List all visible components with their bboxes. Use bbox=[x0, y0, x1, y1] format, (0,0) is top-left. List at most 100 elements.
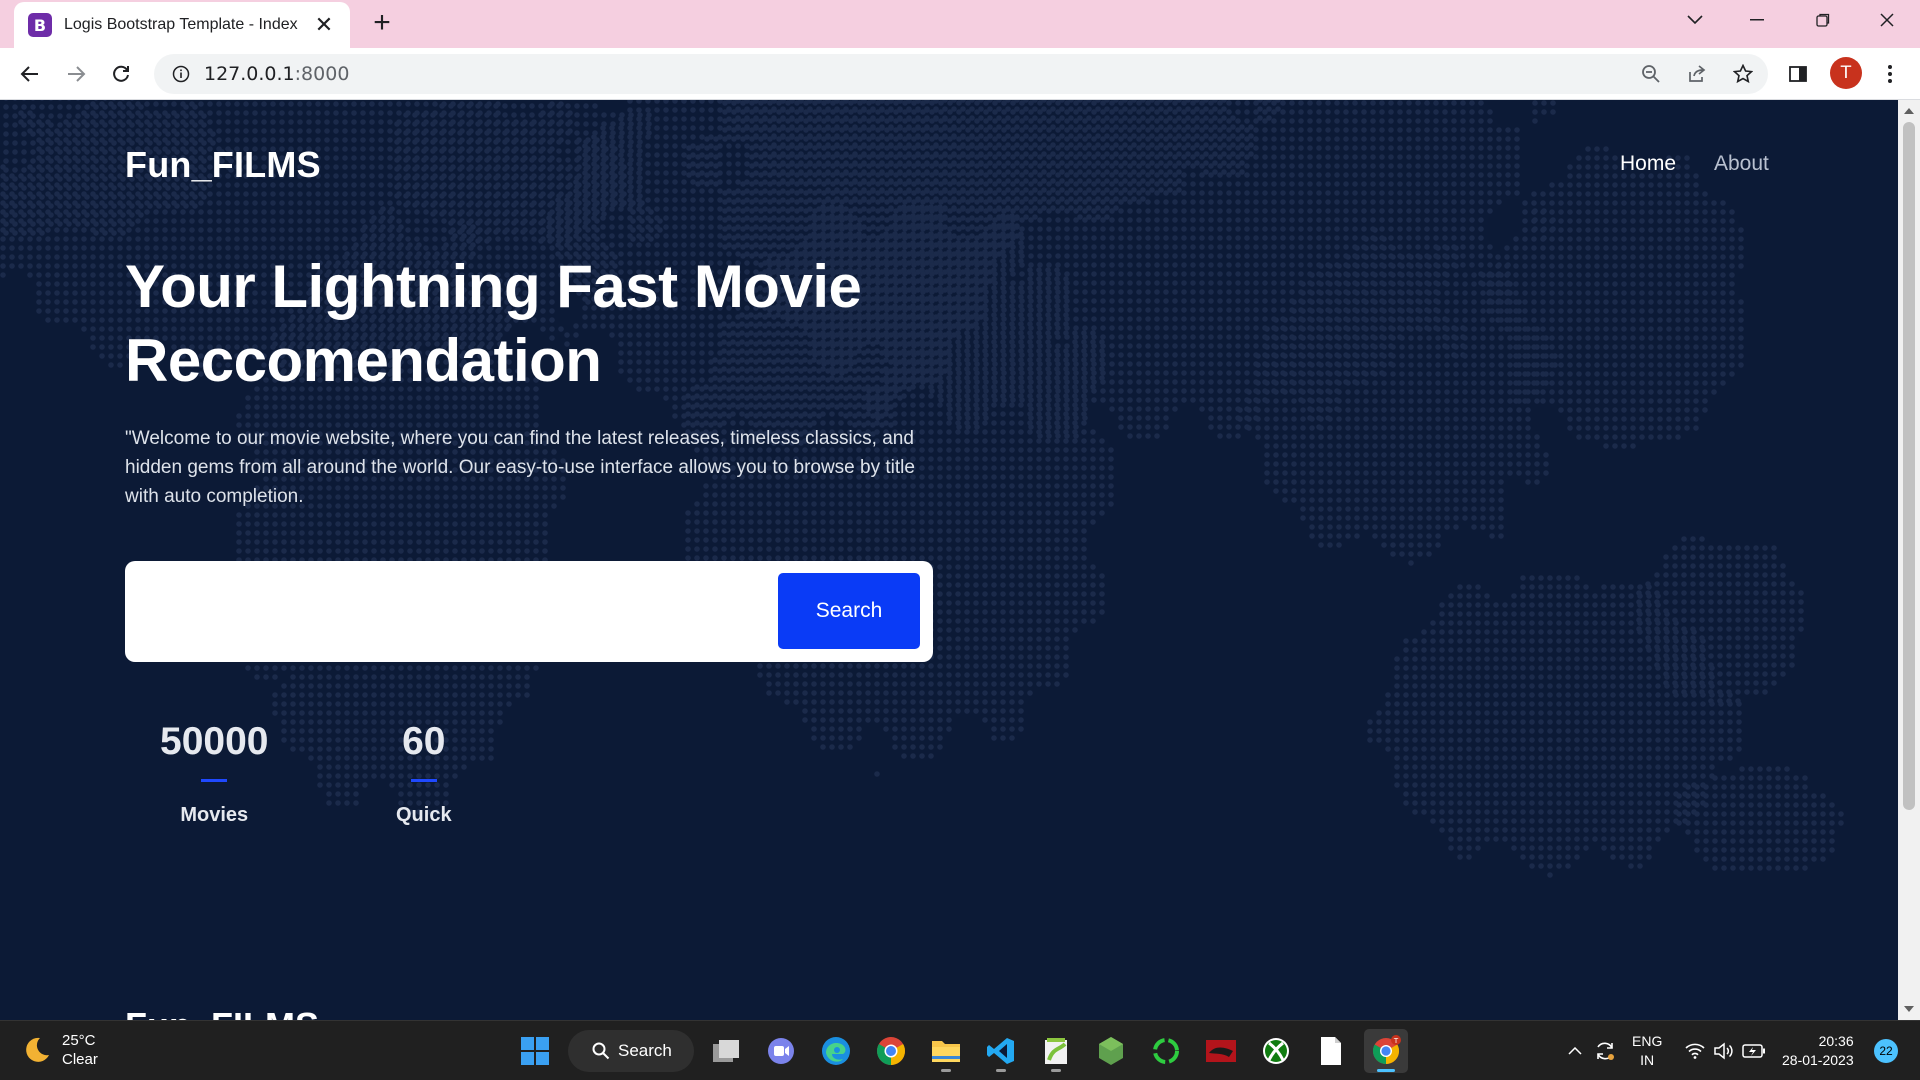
stat-divider bbox=[201, 779, 228, 782]
chrome-icon bbox=[877, 1037, 905, 1065]
search-button[interactable]: Search bbox=[778, 573, 920, 649]
language-code: ENG bbox=[1632, 1033, 1663, 1049]
notification-badge[interactable]: 22 bbox=[1874, 1039, 1898, 1063]
site-info-icon[interactable] bbox=[168, 61, 194, 87]
stat-value: 60 bbox=[402, 720, 446, 763]
vscode-icon bbox=[987, 1038, 1014, 1064]
browser-tab[interactable]: B Logis Bootstrap Template - Index ✕ bbox=[14, 2, 350, 48]
movie-search-form: Search bbox=[125, 561, 933, 662]
nodejs-button[interactable] bbox=[1089, 1029, 1133, 1073]
hero-title: Your Lightning Fast Movie Reccomendation bbox=[125, 253, 862, 394]
zoom-out-icon[interactable] bbox=[1638, 61, 1664, 87]
bookmark-star-icon[interactable] bbox=[1730, 61, 1756, 87]
clock-date: 28-01-2023 bbox=[1782, 1052, 1854, 1068]
stat-label: Movies bbox=[180, 804, 249, 826]
notepad-plus-button[interactable] bbox=[1034, 1029, 1078, 1073]
circular-arrows-icon bbox=[1153, 1038, 1179, 1064]
edge-button[interactable] bbox=[814, 1029, 858, 1073]
document-button[interactable] bbox=[1309, 1029, 1353, 1073]
weather-temperature: 25°C bbox=[62, 1032, 96, 1049]
profile-avatar[interactable]: T bbox=[1830, 57, 1862, 89]
edge-browser-icon bbox=[822, 1037, 850, 1065]
notepad-plus-icon bbox=[1045, 1038, 1067, 1064]
stat-movies: 50000 Movies bbox=[160, 720, 268, 827]
system-clock[interactable]: 20:36 28-01-2023 bbox=[1782, 1032, 1854, 1070]
running-indicator bbox=[1051, 1069, 1061, 1072]
stat-quick: 60 Quick bbox=[396, 720, 452, 827]
scrollbar-thumb[interactable] bbox=[1903, 122, 1915, 810]
chrome-profile-icon: T bbox=[1372, 1035, 1401, 1065]
windows-logo-icon bbox=[521, 1037, 549, 1065]
game-app-button[interactable] bbox=[1199, 1029, 1243, 1073]
xbox-button[interactable] bbox=[1254, 1029, 1298, 1073]
running-indicator bbox=[941, 1069, 951, 1072]
nav-about-link[interactable]: About bbox=[1714, 152, 1769, 176]
chrome-menu-icon[interactable] bbox=[1876, 60, 1904, 88]
blank-document-icon bbox=[1321, 1037, 1341, 1065]
teams-chat-icon bbox=[768, 1038, 794, 1064]
restore-window-button[interactable] bbox=[1800, 0, 1846, 40]
hero-description: "Welcome to our movie website, where you… bbox=[125, 428, 915, 507]
reload-button[interactable] bbox=[105, 58, 137, 90]
share-icon[interactable] bbox=[1684, 61, 1710, 87]
stat-label: Quick bbox=[396, 804, 452, 826]
active-indicator bbox=[1377, 1069, 1395, 1072]
moon-icon bbox=[26, 1037, 49, 1062]
task-view-button[interactable] bbox=[704, 1029, 748, 1073]
input-language-indicator[interactable]: ENG IN bbox=[1632, 1032, 1662, 1070]
volume-icon[interactable] bbox=[1712, 1031, 1736, 1071]
tab-search-chevron-icon[interactable] bbox=[1672, 0, 1718, 40]
back-button[interactable] bbox=[14, 58, 46, 90]
show-hidden-icons-chevron-icon[interactable] bbox=[1564, 1031, 1586, 1071]
tab-title: Logis Bootstrap Template - Index bbox=[64, 16, 298, 33]
stat-value: 50000 bbox=[160, 720, 269, 763]
new-tab-button[interactable]: + bbox=[366, 8, 398, 40]
chrome-active-button[interactable]: T bbox=[1364, 1029, 1408, 1073]
minimize-window-button[interactable] bbox=[1734, 0, 1780, 40]
search-icon bbox=[592, 1042, 610, 1060]
refresh-app-button[interactable] bbox=[1144, 1029, 1188, 1073]
start-button[interactable] bbox=[513, 1029, 557, 1073]
site-brand-logo[interactable]: Fun_FILMS bbox=[125, 144, 321, 186]
scroll-up-arrow-icon[interactable] bbox=[1898, 102, 1920, 120]
browser-toolbar: 127.0.0.1:8000 bbox=[0, 48, 1920, 100]
battery-icon[interactable] bbox=[1741, 1031, 1767, 1071]
vscode-button[interactable] bbox=[979, 1029, 1023, 1073]
sync-icon[interactable] bbox=[1592, 1031, 1618, 1071]
url-port: :8000 bbox=[294, 63, 350, 85]
browser-tab-strip: B Logis Bootstrap Template - Index ✕ + bbox=[0, 0, 1920, 48]
task-view-icon bbox=[713, 1040, 739, 1062]
teams-chat-button[interactable] bbox=[759, 1029, 803, 1073]
forward-button[interactable] bbox=[60, 58, 92, 90]
url-host: 127.0.0.1 bbox=[204, 63, 295, 85]
movie-search-input[interactable] bbox=[145, 581, 765, 641]
taskbar-search-label: Search bbox=[618, 1041, 672, 1060]
red-game-icon bbox=[1206, 1040, 1236, 1062]
footer-brand: Fun_FILMS bbox=[125, 1005, 319, 1020]
folder-icon bbox=[932, 1041, 960, 1062]
weather-widget[interactable]: 25°C Clear bbox=[22, 1031, 98, 1069]
windows-taskbar: 25°C Clear Search T ENG IN 20:36 28-01-2… bbox=[0, 1020, 1920, 1080]
address-bar[interactable]: 127.0.0.1:8000 bbox=[154, 54, 1768, 94]
weather-description: Clear bbox=[62, 1051, 98, 1068]
scroll-down-arrow-icon[interactable] bbox=[1898, 1000, 1920, 1018]
chrome-taskbar-button[interactable] bbox=[869, 1029, 913, 1073]
clock-time: 20:36 bbox=[1818, 1033, 1854, 1049]
wifi-icon[interactable] bbox=[1683, 1031, 1707, 1071]
nodejs-icon bbox=[1099, 1037, 1123, 1065]
weather-text: 25°C Clear bbox=[62, 1031, 98, 1069]
web-page: Fun_FILMS Home About Your Lightning Fast… bbox=[0, 100, 1898, 1020]
close-window-button[interactable] bbox=[1864, 0, 1910, 40]
url-text: 127.0.0.1:8000 bbox=[204, 63, 349, 85]
language-region: IN bbox=[1640, 1052, 1655, 1068]
taskbar-search-button[interactable]: Search bbox=[568, 1030, 694, 1072]
nav-home-link[interactable]: Home bbox=[1620, 152, 1676, 176]
file-explorer-button[interactable] bbox=[924, 1029, 968, 1073]
page-scrollbar[interactable] bbox=[1898, 100, 1920, 1020]
xbox-icon bbox=[1263, 1038, 1289, 1064]
stat-divider bbox=[410, 779, 437, 782]
side-panel-icon[interactable] bbox=[1784, 60, 1812, 88]
tab-close-icon[interactable]: ✕ bbox=[312, 12, 336, 38]
running-indicator bbox=[996, 1069, 1006, 1072]
bootstrap-favicon-icon: B bbox=[28, 13, 52, 37]
